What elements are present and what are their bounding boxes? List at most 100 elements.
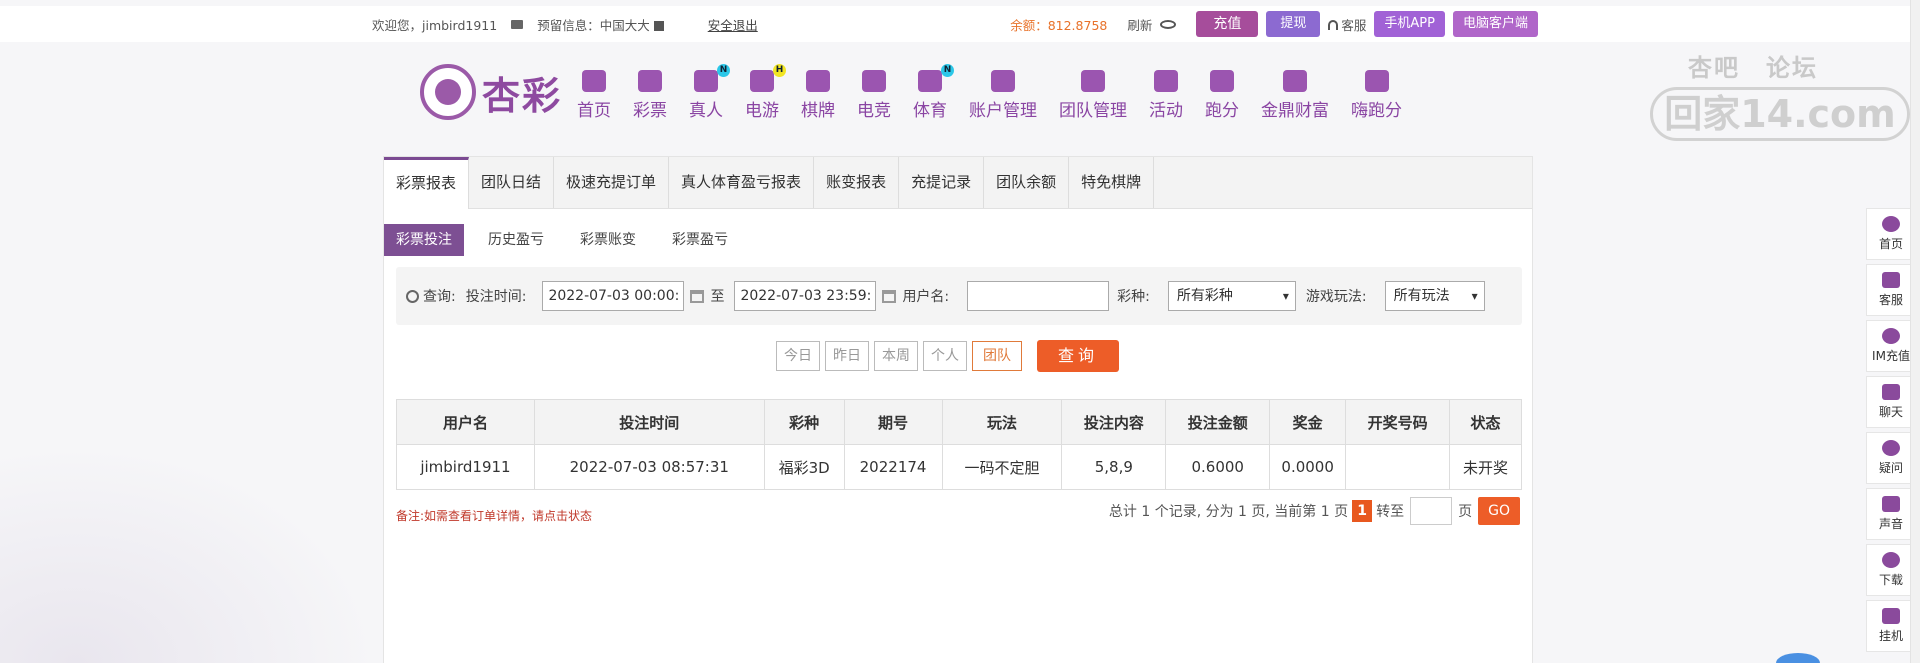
- yesterday-button[interactable]: 昨日: [825, 341, 869, 371]
- sidebar-item-2[interactable]: IM充值: [1866, 320, 1916, 372]
- status-cell[interactable]: 未开奖: [1449, 444, 1522, 490]
- nav-item-11[interactable]: 金鼎财富: [1261, 70, 1329, 121]
- personal-button[interactable]: 个人: [923, 341, 967, 371]
- quick-buttons: 今日 昨日 本周 个人 团队 查询: [776, 340, 1120, 372]
- nav-item-5[interactable]: 电竞: [857, 70, 891, 121]
- nav-item-12[interactable]: 嗨跑分: [1351, 70, 1402, 121]
- edit-icon[interactable]: [653, 20, 664, 31]
- logout-link[interactable]: 安全退出: [708, 15, 758, 34]
- tab-5[interactable]: 充提记录: [899, 157, 985, 208]
- im-icon: [1882, 328, 1900, 344]
- subtab-0[interactable]: 彩票投注: [384, 224, 464, 256]
- question-icon: [1882, 440, 1900, 456]
- bet-table: 用户名 投注时间 彩种 期号 玩法 投注内容 投注金额 奖金 开奖号码 状态 jimbird191…: [396, 399, 1522, 490]
- refresh-link[interactable]: 刷新: [1127, 15, 1152, 34]
- nav-badge: H: [773, 64, 786, 77]
- query-label: 查询:: [423, 289, 456, 305]
- welcome-text: 欢迎您，jimbird1911: [372, 17, 498, 33]
- reserve-info: 预留信息：中国大大: [537, 15, 664, 34]
- sidebar-item-4[interactable]: 疑问: [1866, 432, 1916, 484]
- lottery-select[interactable]: 所有彩种: [1167, 281, 1296, 311]
- nav-badge: N: [941, 64, 954, 77]
- nav-item-6[interactable]: N 体育: [913, 64, 954, 121]
- nav-item-3[interactable]: H 电游: [745, 64, 786, 121]
- site-logo[interactable]: 杏彩: [420, 64, 562, 120]
- sidebar-item-5[interactable]: 声音: [1866, 488, 1916, 540]
- controller-icon: [862, 70, 886, 92]
- balance-text: 余额：812.8758: [1010, 17, 1108, 33]
- sidebar-item-7[interactable]: 挂机: [1866, 600, 1916, 652]
- car-icon: [1210, 70, 1234, 92]
- nav-label: 团队管理: [1059, 101, 1127, 121]
- mail-icon[interactable]: [511, 19, 524, 29]
- tab-4[interactable]: 账变报表: [814, 157, 900, 208]
- tab-3[interactable]: 真人体育盈亏报表: [669, 157, 815, 208]
- play-select[interactable]: 所有玩法: [1384, 281, 1485, 311]
- page-input[interactable]: [1410, 497, 1453, 525]
- subtab-3[interactable]: 彩票盈亏: [660, 224, 740, 256]
- tab-0[interactable]: 彩票报表: [384, 157, 470, 209]
- team-button[interactable]: 团队: [972, 341, 1022, 371]
- logo-text: 杏彩: [482, 72, 563, 118]
- to-label: 至: [710, 289, 725, 305]
- tab-7[interactable]: 特免棋牌: [1069, 157, 1155, 208]
- sidebar-item-1[interactable]: 客服: [1866, 264, 1916, 316]
- tab-2[interactable]: 极速充提订单: [554, 157, 670, 208]
- deposit-button[interactable]: 充值: [1196, 11, 1259, 37]
- right-float-sidebar: 首页客服 IM充值聊天 疑问 声音下载挂机: [1866, 208, 1916, 656]
- scrollbar[interactable]: [1910, 0, 1920, 663]
- table-cell: 5,8,9: [1061, 444, 1167, 490]
- watermark-bottom: 回家14.com: [1650, 87, 1910, 141]
- calendar-icon[interactable]: [882, 289, 897, 303]
- subtab-1[interactable]: 历史盈亏: [476, 224, 556, 256]
- nav-item-7[interactable]: 账户管理: [969, 70, 1037, 121]
- sub-tabs: 彩票投注 历史盈亏 彩票账变 彩票盈亏: [384, 224, 752, 256]
- sidebar-label: 下载: [1878, 573, 1903, 587]
- current-page[interactable]: 1: [1352, 500, 1373, 522]
- sidebar-item-6[interactable]: 下载: [1866, 544, 1916, 596]
- hi-icon: [1364, 70, 1389, 92]
- go-button[interactable]: GO: [1478, 497, 1520, 525]
- cloud-icon: [1882, 552, 1900, 568]
- today-button[interactable]: 今日: [776, 341, 820, 371]
- nav-item-10[interactable]: 跑分: [1205, 70, 1239, 121]
- sidebar-label: 客服: [1878, 293, 1903, 307]
- floating-badge[interactable]: [1776, 653, 1820, 663]
- tab-6[interactable]: 团队余额: [984, 157, 1070, 208]
- end-time-input[interactable]: [734, 281, 877, 311]
- service-link[interactable]: 客服: [1328, 15, 1366, 34]
- pc-client-button[interactable]: 电脑客户端: [1452, 11, 1538, 37]
- subtab-2[interactable]: 彩票账变: [568, 224, 648, 256]
- nav-label: 电游: [745, 101, 779, 121]
- query-bar: 查询: 投注时间: 至 用户名: 彩种: 所有彩种 游戏玩法: 所有玩法: [396, 267, 1522, 325]
- search-button[interactable]: 查询: [1037, 340, 1120, 372]
- nav-label: 首页: [577, 101, 611, 121]
- mobile-app-button[interactable]: 手机APP: [1374, 11, 1445, 37]
- nav-item-9[interactable]: 活动: [1149, 70, 1183, 121]
- lottery-label: 彩种:: [1117, 289, 1150, 305]
- nav-label: 嗨跑分: [1351, 101, 1402, 121]
- nav-item-0[interactable]: 首页: [577, 70, 611, 121]
- sidebar-item-0[interactable]: 首页: [1866, 208, 1916, 260]
- wealth-icon: [1283, 70, 1307, 92]
- home-icon: [582, 70, 606, 92]
- start-time-input[interactable]: [542, 281, 685, 311]
- logo-mark-icon: [420, 64, 476, 120]
- calendar-icon[interactable]: [690, 289, 705, 303]
- eye-hidden-icon[interactable]: [1160, 19, 1177, 29]
- this-week-button[interactable]: 本周: [874, 341, 918, 371]
- nav-item-4[interactable]: 棋牌: [801, 70, 835, 121]
- sidebar-label: IM充值: [1872, 349, 1910, 363]
- chat-icon: [1882, 384, 1900, 400]
- username-input[interactable]: [967, 281, 1110, 311]
- nav-item-2[interactable]: N 真人: [689, 64, 730, 121]
- withdraw-button[interactable]: 提现: [1266, 11, 1321, 37]
- watermark-top: 杏吧 论坛: [1688, 54, 1818, 82]
- column-header: 开奖号码: [1345, 399, 1450, 445]
- nav-item-1[interactable]: 彩票: [633, 70, 667, 121]
- gamepad-icon: H: [750, 64, 786, 92]
- nav-item-8[interactable]: 团队管理: [1059, 70, 1127, 121]
- sidebar-item-3[interactable]: 聊天: [1866, 376, 1916, 428]
- nav-label: 电竞: [857, 101, 891, 121]
- tab-1[interactable]: 团队日结: [469, 157, 555, 208]
